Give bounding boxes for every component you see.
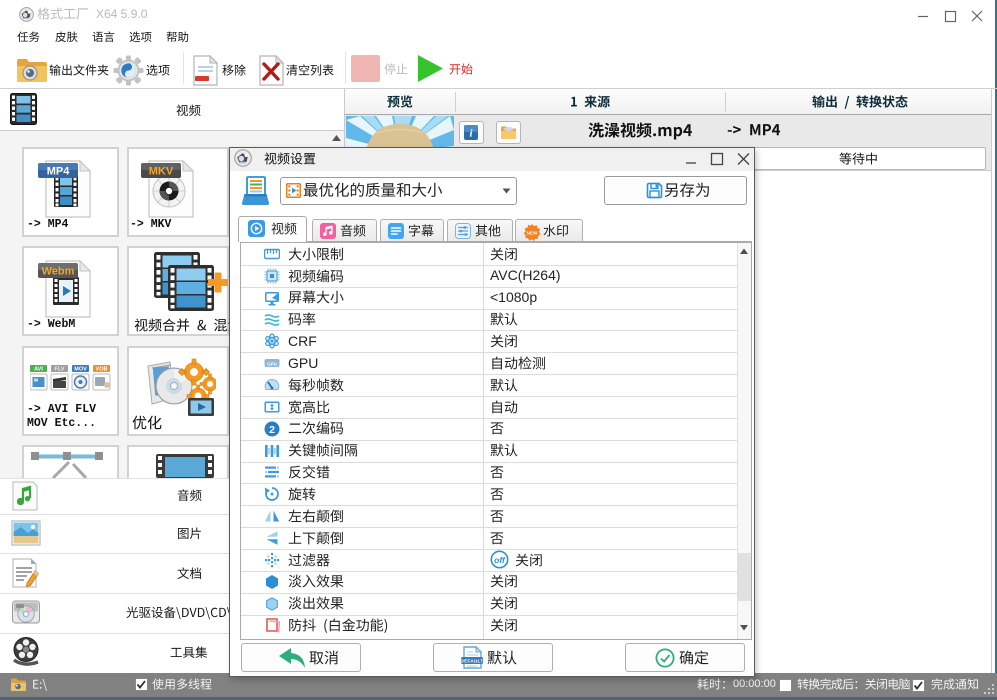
svg-text:MOV: MOV <box>74 366 87 372</box>
svg-text:MP4: MP4 <box>47 166 71 178</box>
svg-text:DEFAULT: DEFAULT <box>461 658 484 663</box>
svg-text:GPU: GPU <box>267 362 277 367</box>
svg-text:FLV: FLV <box>55 366 65 372</box>
svg-text:MKV: MKV <box>149 166 174 178</box>
svg-text:Webm: Webm <box>42 266 75 278</box>
svg-text:2: 2 <box>269 424 275 436</box>
svg-text:AVI: AVI <box>34 366 43 372</box>
svg-text:NEW: NEW <box>527 231 538 236</box>
svg-text:off: off <box>494 555 506 565</box>
svg-text:VOB: VOB <box>96 366 108 372</box>
